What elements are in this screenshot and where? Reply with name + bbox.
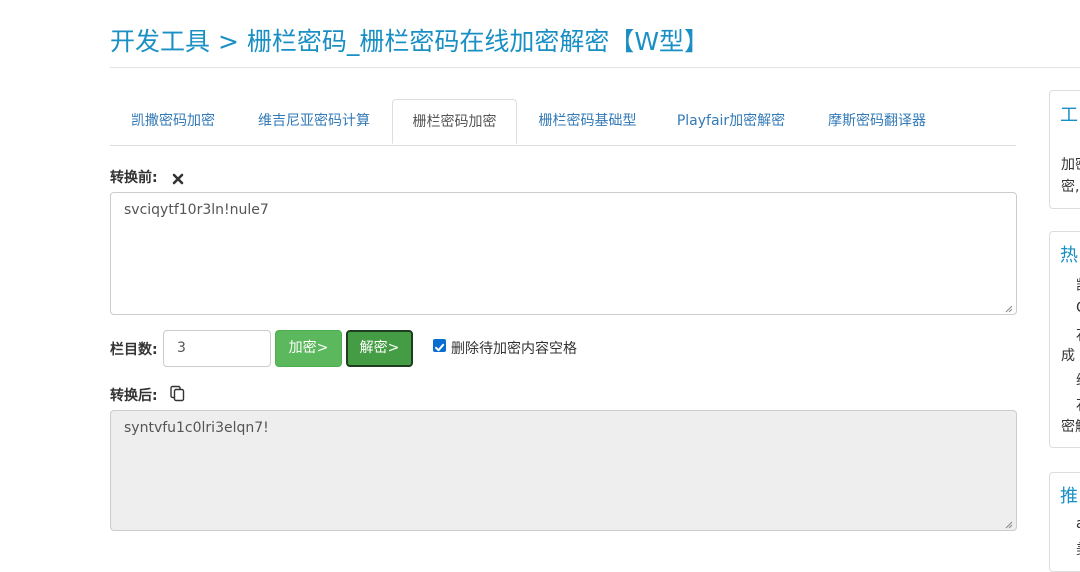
- card-line: 加密: [1061, 157, 1080, 173]
- tab-rail-fence-basic[interactable]: 栅栏密码基础型: [517, 99, 658, 144]
- card-link[interactable]: 石: [1076, 395, 1080, 415]
- encrypt-button[interactable]: 加密>: [275, 330, 342, 367]
- card-link[interactable]: 美: [1076, 539, 1080, 559]
- card-link[interactable]: 密解: [1061, 416, 1080, 436]
- tab-vigenere[interactable]: 维吉尼亚密码计算: [236, 99, 392, 144]
- close-icon[interactable]: [172, 170, 184, 185]
- plaintext-value: svciqytf10r3ln!nule7: [124, 202, 269, 218]
- plaintext-input[interactable]: svciqytf10r3ln!nule7: [110, 192, 1017, 315]
- card-link[interactable]: C: [1076, 300, 1080, 316]
- decrypt-button[interactable]: 解密>: [346, 330, 413, 367]
- before-label: 转换前:: [110, 170, 158, 186]
- ciphertext-value: syntvfu1c0lri3elqn7!: [124, 420, 269, 436]
- resize-grip-icon[interactable]: [1003, 301, 1013, 313]
- rails-label: 栏目数:: [110, 342, 158, 358]
- rails-input[interactable]: 3: [163, 330, 271, 367]
- card-link[interactable]: 凯: [1076, 275, 1080, 295]
- card-line: 密,: [1061, 179, 1080, 195]
- tab-morse[interactable]: 摩斯密码翻译器: [804, 99, 950, 144]
- tool-tabs: 凯撒密码加密 维吉尼亚密码计算 栅栏密码加密 栅栏密码基础型 Playfair加…: [110, 99, 1016, 146]
- card-link[interactable]: 石: [1076, 325, 1080, 345]
- card-link[interactable]: a: [1076, 516, 1080, 532]
- title-divider: [110, 67, 1080, 68]
- tab-caesar[interactable]: 凯撒密码加密: [110, 99, 236, 144]
- copy-icon[interactable]: [169, 385, 186, 402]
- card-title: 推: [1060, 486, 1078, 507]
- resize-grip-icon[interactable]: [1003, 517, 1013, 529]
- tab-playfair[interactable]: Playfair加密解密: [658, 99, 804, 144]
- sidebar-card-recommend: 推 a 美: [1049, 472, 1080, 572]
- after-label: 转换后:: [110, 388, 158, 404]
- remove-spaces-checkbox[interactable]: [433, 339, 446, 352]
- card-link[interactable]: 维: [1076, 370, 1080, 390]
- sidebar-card-hot: 热 凯 C 石 成 维 石 密解: [1049, 231, 1080, 448]
- remove-spaces-label[interactable]: 删除待加密内容空格: [451, 338, 577, 358]
- card-link[interactable]: 成: [1061, 345, 1075, 365]
- card-title: 工: [1060, 105, 1078, 126]
- ciphertext-output[interactable]: syntvfu1c0lri3elqn7!: [110, 410, 1017, 531]
- card-title: 热: [1060, 245, 1078, 266]
- sidebar-card-tools: 工 加密 密,: [1049, 90, 1080, 209]
- tab-rail-fence-w[interactable]: 栅栏密码加密: [392, 99, 517, 144]
- page-title: 开发工具 > 栅栏密码_栅栏密码在线加密解密【W型】: [110, 27, 710, 56]
